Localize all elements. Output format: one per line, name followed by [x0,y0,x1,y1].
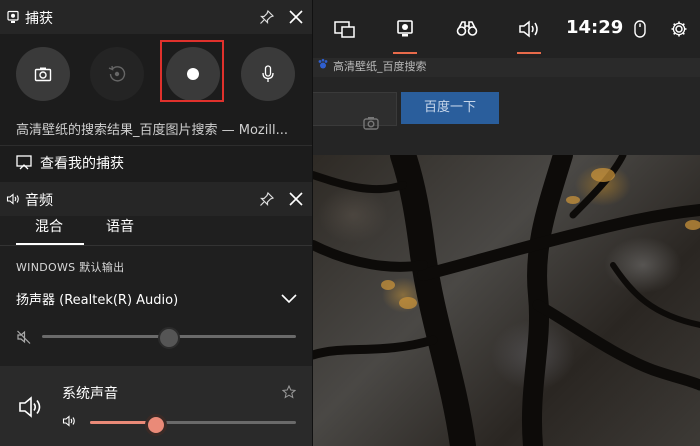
audio-header: 音频 [0,182,313,216]
record-last-30s-icon [108,65,126,82]
output-device-dropdown[interactable]: 扬声器 (Realtek(R) Audio) [16,286,298,310]
looking-for-group-button[interactable] [445,0,489,58]
output-device-label: 扬声器 (Realtek(R) Audio) [16,293,179,308]
capture-header: 捕获 [0,0,313,34]
tab-voice[interactable]: 语音 [106,216,134,236]
browser-tab-title[interactable]: 高清壁纸_百度搜索 [333,58,427,74]
mouse-icon [634,20,646,38]
active-indicator [393,52,417,54]
chevron-down-icon [281,294,297,304]
master-volume-thumb[interactable] [158,327,180,349]
gear-icon [671,21,687,37]
panel-edge [312,0,313,446]
microphone-icon [262,65,274,82]
close-icon[interactable] [287,8,305,26]
search-row: 百度一下 [313,77,700,155]
app-name: 系统声音 [62,386,118,402]
show-captures-label: 查看我的捕获 [40,156,124,172]
microphone-button[interactable] [241,47,295,101]
active-indicator [517,52,541,54]
binoculars-icon [456,21,478,36]
pin-icon[interactable] [259,191,275,207]
speaker-icon [6,193,19,205]
gallery-icon [16,155,32,170]
capture-widget-button[interactable] [383,0,427,58]
record-highlight-frame [160,40,224,102]
camera-icon [34,67,52,82]
browser-window: 高清壁纸_百度搜索 百度一下 [313,0,700,446]
speaker-icon [519,20,538,38]
screenshot-button[interactable] [16,47,70,101]
record-last-button[interactable] [90,47,144,101]
audio-title: 音频 [25,193,53,209]
wallpaper-image [313,155,700,446]
baidu-search-button[interactable]: 百度一下 [401,92,499,124]
system-sounds-icon [19,396,41,418]
audio-panel: 音频 混合 语音 WINDOWS 默认输出 扬声器 (Realtek(R) Au… [0,182,313,446]
audio-tabs: 混合 语音 [0,216,313,245]
app-volume-thumb[interactable] [144,414,167,436]
tab-mix[interactable]: 混合 [35,216,63,236]
capture-title: 捕获 [25,11,53,27]
capture-panel: 捕获 高清壁纸的搜索结果_百度图片搜索 — Mozill... 查看我的捕获 [0,0,313,182]
star-icon[interactable] [282,385,296,399]
mouse-button[interactable] [619,0,661,58]
browser-tab-strip: 高清壁纸_百度搜索 [313,55,700,77]
widget-menu-icon [334,21,355,38]
tree-branches [313,155,700,446]
clock: 14:29 [566,17,624,38]
capture-widget-icon [7,10,19,23]
app-speaker-icon[interactable] [62,414,76,428]
output-caption: WINDOWS 默认输出 [16,261,125,274]
capture-target-window: 高清壁纸的搜索结果_百度图片搜索 — Mozill... [16,123,288,138]
show-captures-link[interactable]: 查看我的捕获 [0,146,313,182]
baidu-paw-icon [318,58,328,69]
game-bar-top-bar: 14:29 [313,0,700,58]
close-icon[interactable] [287,190,305,208]
capture-widget-icon [397,20,413,37]
settings-button[interactable] [659,0,699,58]
audio-widget-button[interactable] [507,0,551,58]
search-input[interactable] [313,92,397,130]
divider [0,245,313,246]
pin-icon[interactable] [259,9,275,25]
speaker-muted-icon[interactable] [16,329,32,345]
widget-menu-button[interactable] [323,0,367,58]
camera-search-icon[interactable] [362,114,380,132]
